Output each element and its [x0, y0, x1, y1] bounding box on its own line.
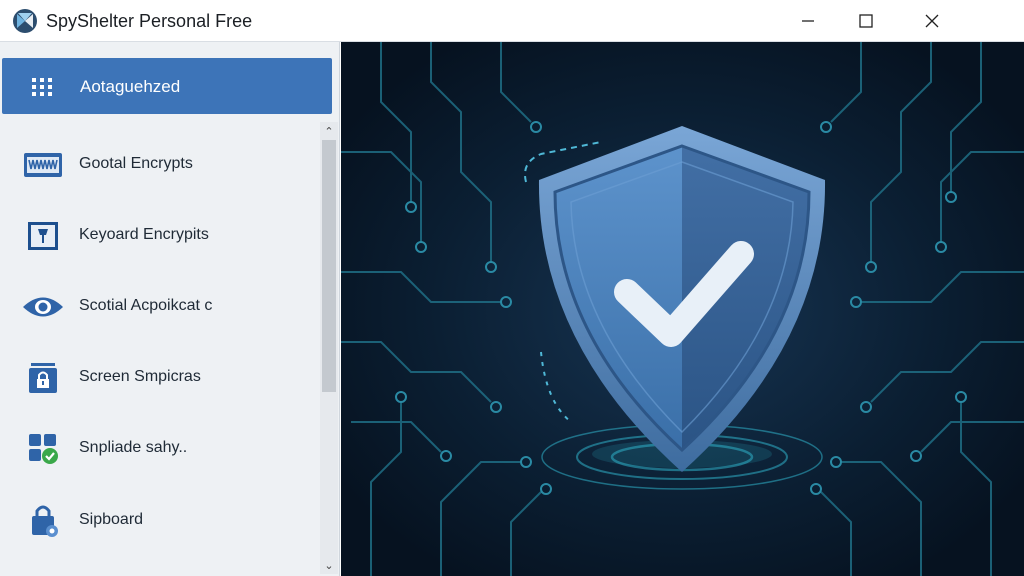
sidebar-header-label: Aotaguehzed: [80, 77, 181, 96]
apps-check-icon: [22, 433, 64, 465]
sidebar: Aotaguehzed Gootal Encrypts Keyoard Encr…: [0, 42, 340, 576]
window-title: SpyShelter Personal Free: [46, 11, 253, 31]
keyboard-icon: [22, 149, 64, 181]
close-button[interactable]: [904, 0, 960, 42]
sidebar-item-label: Sipboard: [79, 511, 144, 528]
hero-art: [341, 42, 1024, 576]
spyshelter-logo-icon: [13, 9, 37, 33]
hero-illustration: [341, 42, 1024, 576]
sidebar-header-item[interactable]: Aotaguehzed: [2, 58, 332, 114]
maximize-button[interactable]: [838, 0, 894, 42]
sidebar-item-label: Gootal Encrypts: [79, 155, 193, 172]
clipboard-lock-icon: [22, 505, 64, 537]
sidebar-item-gootal-encrypts[interactable]: Gootal Encrypts: [0, 135, 318, 195]
title-bar: SpyShelter Personal Free: [0, 0, 1024, 42]
scroll-thumb[interactable]: [322, 140, 336, 392]
sidebar-item-sipboard[interactable]: Sipboard: [0, 491, 318, 551]
sidebar-item-label: Keyoard Encrypits: [79, 226, 209, 243]
sidebar-item-snpliade-sahy[interactable]: Snpliade sahy..: [0, 419, 318, 479]
lock-screen-icon: [22, 362, 64, 394]
sidebar-item-scotial-acpoikcat[interactable]: Scotial Acpoikcat c: [0, 277, 318, 337]
scroll-up-arrow-icon[interactable]: ⌃: [320, 122, 338, 140]
maximize-icon: [859, 14, 873, 28]
close-icon: [925, 14, 939, 28]
minimize-icon: [802, 20, 814, 22]
eye-icon: [22, 291, 64, 323]
sidebar-item-label: Scotial Acpoikcat c: [79, 297, 213, 314]
grid-icon: [32, 78, 52, 96]
window-icon: [22, 220, 64, 252]
sidebar-scrollbar[interactable]: ⌃ ⌄: [320, 122, 338, 574]
sidebar-item-screen-smpicras[interactable]: Screen Smpicras: [0, 348, 318, 408]
minimize-button[interactable]: [780, 0, 836, 42]
sidebar-item-label: Snpliade sahy..: [79, 439, 188, 456]
scroll-down-arrow-icon[interactable]: ⌄: [320, 556, 338, 574]
sidebar-item-label: Screen Smpicras: [79, 368, 201, 385]
sidebar-list: Gootal Encrypts Keyoard Encrypits Scotia…: [0, 122, 320, 576]
sidebar-item-keyoard-encrypits[interactable]: Keyoard Encrypits: [0, 206, 318, 266]
